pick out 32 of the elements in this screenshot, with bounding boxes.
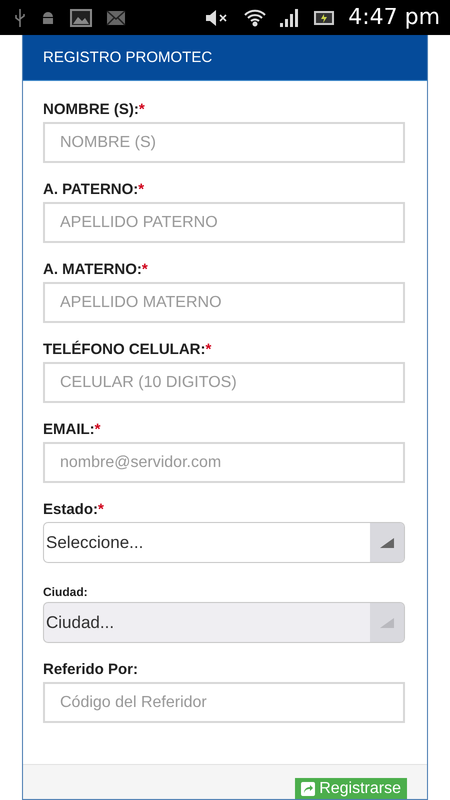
- field-label: TELÉFONO CELULAR:: [43, 341, 206, 358]
- text-field[interactable]: Código del Referidor: [43, 682, 405, 723]
- field-label: Ciudad:: [43, 585, 88, 599]
- text-field[interactable]: CELULAR (10 DIGITOS): [43, 362, 405, 403]
- field-label: A. MATERNO:: [43, 261, 142, 278]
- required-mark: *: [142, 261, 148, 278]
- text-field[interactable]: NOMBRE (S): [43, 122, 405, 163]
- required-mark: *: [94, 421, 101, 438]
- status-time: 4:47 pm: [348, 5, 440, 30]
- required-mark: *: [206, 341, 212, 358]
- required-mark: *: [98, 501, 104, 518]
- share-icon: [301, 782, 316, 796]
- field-label: NOMBRE (S):: [43, 101, 139, 118]
- dropdown-icon: [380, 618, 394, 628]
- required-mark: *: [138, 181, 144, 198]
- select-field[interactable]: Seleccione...: [43, 522, 405, 563]
- battery-icon: [314, 10, 334, 24]
- panel-title: REGISTRO PROMOTEC: [43, 49, 212, 66]
- text-field[interactable]: APELLIDO MATERNO: [43, 282, 405, 323]
- field-label: Estado:: [43, 501, 98, 518]
- dropdown-icon: [380, 538, 394, 548]
- field-label: Referido Por:: [43, 661, 138, 678]
- mail-icon: [106, 10, 126, 26]
- field-label: A. PATERNO:: [43, 181, 138, 198]
- picture-icon: [70, 8, 92, 26]
- signal-icon: [280, 8, 300, 26]
- usb-icon: [14, 8, 26, 26]
- field-label: EMAIL:: [43, 421, 95, 438]
- required-mark: *: [138, 101, 145, 118]
- wifi-icon: [244, 8, 266, 26]
- text-field[interactable]: nombre@servidor.com: [43, 442, 405, 483]
- text-field[interactable]: APELLIDO PATERNO: [43, 202, 405, 243]
